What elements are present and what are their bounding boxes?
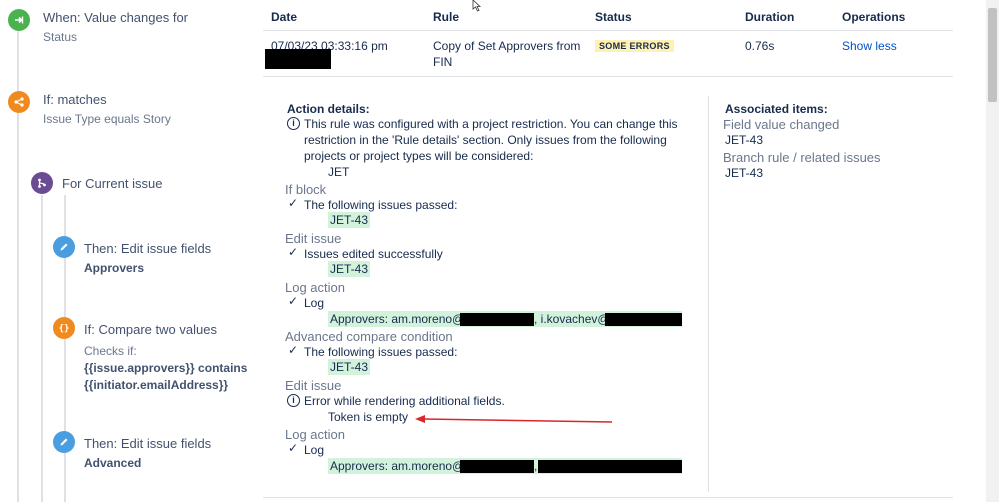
mouse-cursor-icon [472,0,482,12]
restriction-text-2: restriction in the 'Rule details' sectio… [304,133,667,147]
edit-approvers-title: Then: Edit issue fields [84,241,212,256]
log-text: Log [304,296,325,310]
compare-title: If: Compare two values [84,322,217,337]
edit-issue-text: Issues edited successfully [304,247,443,261]
trigger-title: When: Value changes for [43,10,189,25]
branch-rule-label: Branch rule / related issues [723,150,881,165]
issue-key-jet-43[interactable]: JET-43 [328,212,371,228]
rule-tree: When: Value changes for Status If: match… [0,0,255,502]
restriction-text-3: projects or project types will be consid… [304,149,534,163]
condition-subtitle: Issue Type equals Story [43,112,171,126]
edit-advanced-title: Then: Edit issue fields [84,436,212,451]
info-icon: i [287,117,300,130]
issue-key-jet-43[interactable]: JET-43 [328,359,371,375]
pencil-icon [53,236,75,258]
redaction [460,313,534,326]
field-value-changed-issue-link[interactable]: JET-43 [725,132,763,148]
red-arrow-annotation [415,415,613,423]
advanced-compare-text: The following issues passed: [304,345,458,359]
restriction-project: JET [328,165,350,179]
show-less-link[interactable]: Show less [842,38,897,54]
redaction [605,313,682,326]
condition-title: If: matches [43,92,107,107]
edit-approvers-field: Approvers [84,261,145,275]
column-header-rule[interactable]: Rule [433,10,459,24]
tree-connector [41,195,43,502]
log-approvers-sep: , i.kovachev@ [534,312,610,326]
compare-expr-1: {{issue.approvers}} contains [84,361,248,375]
check-icon: ✓ [288,245,299,259]
compare-subtitle: Checks if: [84,344,137,358]
advanced-compare-title: Advanced compare condition [285,329,453,344]
header-divider [263,30,953,31]
action-details-heading: Action details: [287,102,370,116]
log-2-approvers-sep: , [534,459,538,473]
restriction-text-1: This rule was configured with a project … [304,117,678,131]
info-icon: i [287,394,300,407]
render-error-text: Error while rendering additional fields. [304,394,505,408]
log-approvers-text: Approvers: am.moreno@ [330,312,465,326]
edit-issue-2-title: Edit issue [285,378,342,393]
trigger-subtitle: Status [43,30,78,44]
branch-icon [31,172,53,194]
trigger-icon [8,9,30,31]
tree-node-edit-advanced[interactable]: Then: Edit issue fields Advanced [53,431,211,472]
branch-title: For Current issue [62,176,163,191]
tree-node-branch[interactable]: For Current issue [31,172,162,194]
details-bottom-border [263,497,953,498]
compare-expr-2: {{initiator.emailAddress}} [84,378,229,392]
row-duration: 0.76s [745,39,775,53]
redaction [460,460,534,473]
scrollbar-thumb[interactable] [988,8,997,102]
log-2-text: Log [304,443,325,457]
issue-key-jet-43[interactable]: JET-43 [328,261,371,277]
redaction [538,460,682,473]
svg-text:{}: {} [59,324,70,334]
log-2-approvers-text: Approvers: am.moreno@ [330,459,465,473]
branch-rule-issue-link[interactable]: JET-43 [725,165,763,181]
check-icon: ✓ [288,343,299,357]
check-icon: ✓ [288,196,299,210]
field-value-changed-label: Field value changed [723,117,840,132]
check-icon: ✓ [288,294,299,308]
column-header-status[interactable]: Status [595,10,632,24]
braces-icon: {} [53,317,75,339]
tree-node-edit-approvers[interactable]: Then: Edit issue fields Approvers [53,236,211,277]
details-column-divider [708,96,709,492]
row-rule-line-2: FIN [433,55,453,69]
tree-node-compare[interactable]: {} If: Compare two values Checks if: {{i… [53,317,247,394]
row-rule-line-1: Copy of Set Approvers from [433,39,581,53]
pencil-icon [53,431,75,453]
column-header-date[interactable]: Date [271,10,297,24]
redaction [265,49,331,69]
condition-icon [8,91,30,113]
column-header-operations[interactable]: Operations [842,10,905,24]
check-icon: ✓ [288,441,299,455]
associated-items-heading: Associated items: [725,102,828,116]
column-header-duration[interactable]: Duration [745,10,794,24]
status-badge: SOME ERRORS [595,40,674,52]
token-empty-text: Token is empty [328,410,409,424]
tree-node-condition[interactable]: If: matches Issue Type equals Story [8,91,171,127]
edit-advanced-field: Advanced [84,456,142,470]
if-block-text: The following issues passed: [304,198,458,212]
tree-node-trigger[interactable]: When: Value changes for Status [8,9,188,45]
row-divider [263,76,953,77]
